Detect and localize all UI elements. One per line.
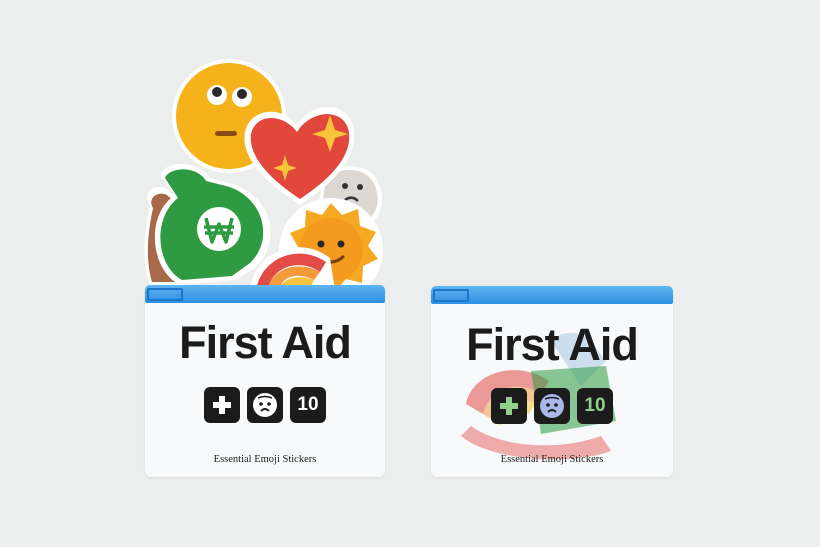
sticker-pile [144, 59, 383, 302]
product-photo: First Aid 10 Essential Emoji Stickers Fi… [0, 0, 820, 547]
pouch-title: First Aid [179, 317, 352, 368]
sad-face-icon [534, 388, 570, 424]
plus-icon [204, 387, 240, 423]
zipper[interactable] [145, 285, 385, 303]
plus-icon [491, 388, 527, 424]
icon-row: 10 [145, 387, 385, 423]
count-badge: 10 [290, 387, 326, 423]
count-badge: 10 [577, 388, 613, 424]
money-bag-sticker [154, 164, 271, 285]
zipper[interactable] [431, 286, 673, 304]
first-aid-pouch-small: First Aid 10 Essential Emoji Stickers [431, 286, 673, 477]
pouch-title: First Aid [466, 319, 639, 370]
icon-row: 10 [431, 388, 673, 424]
zipper-pull[interactable] [433, 289, 469, 302]
pouch-tagline: Essential Emoji Stickers [213, 454, 317, 465]
first-aid-pouch-large: First Aid 10 Essential Emoji Stickers [145, 285, 385, 477]
pouch-tagline: Essential Emoji Stickers [500, 454, 604, 465]
sad-face-icon [247, 387, 283, 423]
inner-sticker-preview [461, 332, 616, 460]
zipper-pull[interactable] [147, 288, 183, 301]
